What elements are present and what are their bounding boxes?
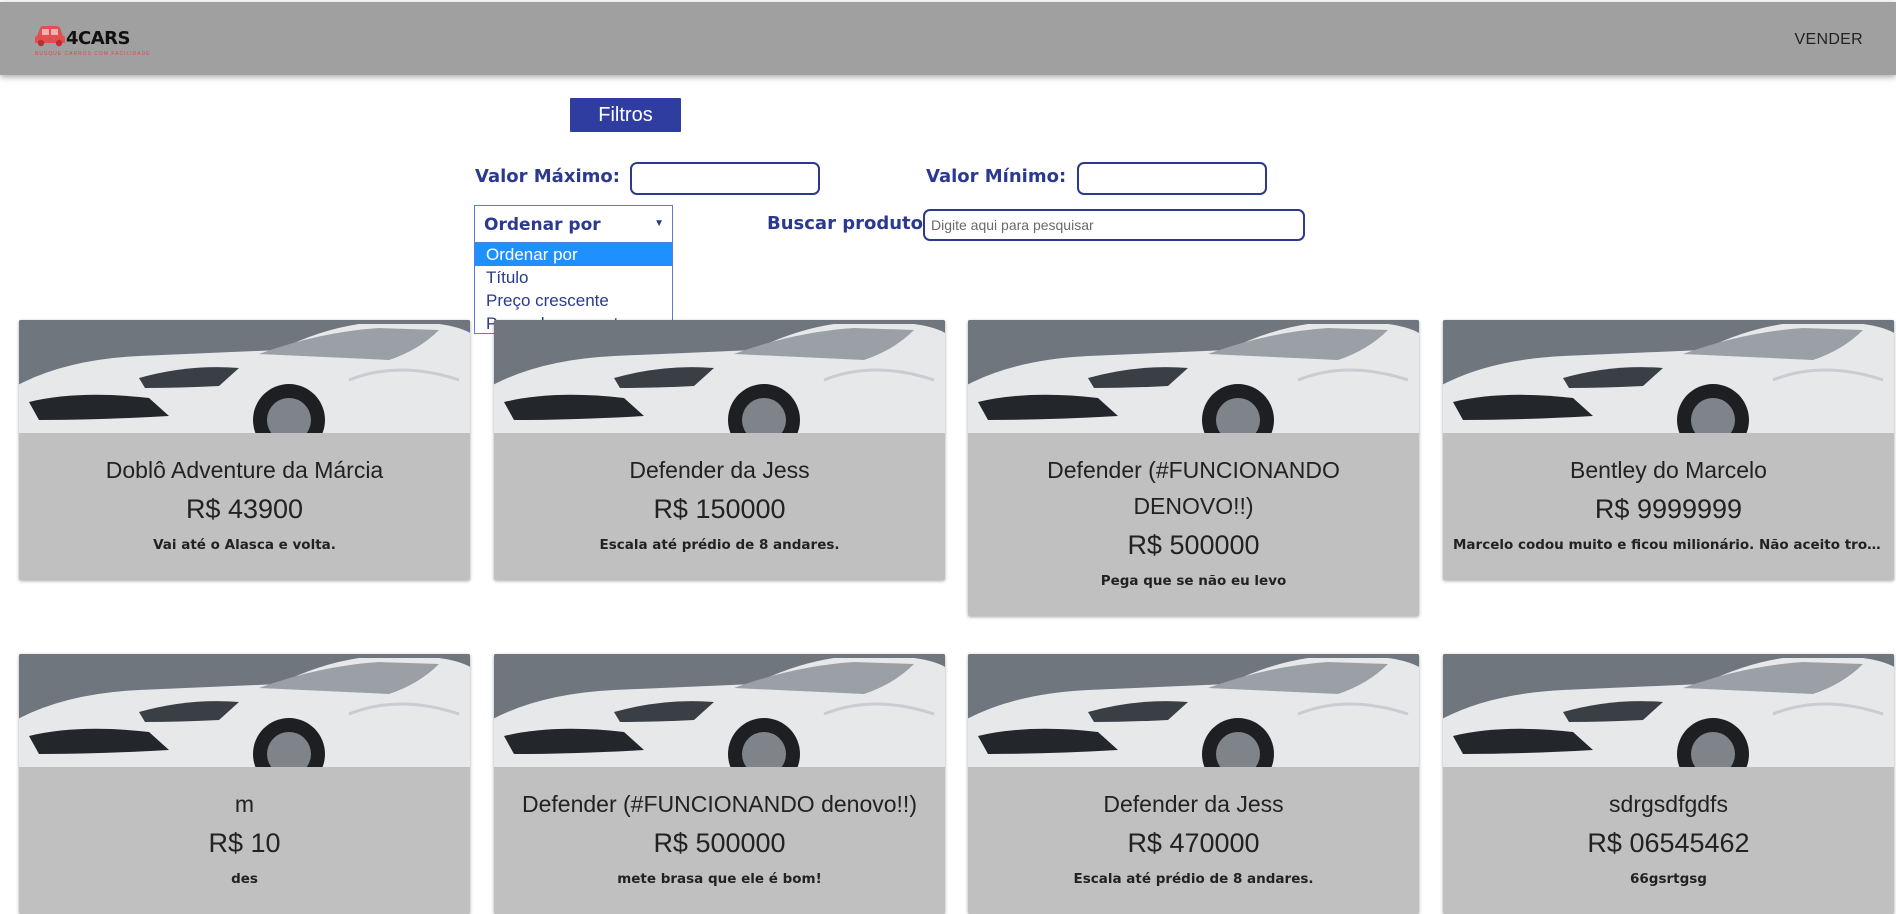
car-image [494,654,945,767]
order-select[interactable]: Ordenar por ▼ [474,205,673,243]
product-card[interactable]: Doblô Adventure da Márcia R$ 43900 Vai a… [19,320,470,580]
product-description: Escala até prédio de 8 andares. [1073,871,1314,887]
car-image [1443,320,1894,433]
product-description: mete brasa que ele é bom! [617,871,822,887]
product-title: Bentley do Marcelo [1570,457,1767,483]
product-price: R$ 500000 [653,828,786,858]
product-title: Defender da Jess [1103,791,1284,817]
car-image [19,654,470,767]
car-image [19,320,470,433]
product-description: Marcelo codou muito e ficou milionário. … [1453,537,1884,553]
product-title: Defender da Jess [629,457,810,483]
product-price: R$ 9999999 [1594,494,1743,524]
min-value-input[interactable] [1077,162,1267,195]
product-price: R$ 470000 [1127,828,1260,858]
min-value-label: Valor Mínimo: [926,166,1067,187]
order-option-price-asc[interactable]: Preço crescente [475,289,672,312]
product-card[interactable]: Defender da Jess R$ 470000 Escala até pr… [968,654,1419,914]
order-select-value: Ordenar por [484,215,601,235]
product-card[interactable]: m R$ 10 des [19,654,470,914]
product-description: 66gsrtgsg [1630,871,1707,887]
product-title: Defender (#FUNCIONANDO denovo!!) [522,791,917,817]
product-description: Vai até o Alasca e volta. [153,537,336,553]
product-price: R$ 43900 [185,494,304,524]
product-card[interactable]: sdrgsdfgdfs R$ 06545462 66gsrtgsg [1443,654,1894,914]
product-description: Pega que se não eu levo [1100,573,1287,589]
product-title: Doblô Adventure da Márcia [105,457,384,483]
product-card[interactable]: Defender (#FUNCIONANDO denovo!!) R$ 5000… [494,654,945,914]
brand-logo[interactable]: 4CARS BUSQUE CARROS COM FACILIDADE [33,22,150,60]
filters-button[interactable]: Filtros [570,98,681,132]
search-label: Buscar produto: [767,213,931,234]
car-image [968,320,1419,433]
max-value-input[interactable] [630,162,820,195]
product-card[interactable]: Defender da Jess R$ 150000 Escala até pr… [494,320,945,580]
product-card[interactable]: Bentley do Marcelo R$ 9999999 Marcelo co… [1443,320,1894,580]
order-option-title[interactable]: Título [475,266,672,289]
car-image [968,654,1419,767]
product-card[interactable]: Defender (#FUNCIONANDO DENOVO!!) R$ 5000… [968,320,1419,616]
chevron-down-icon: ▼ [654,218,664,229]
top-navbar: 4CARS BUSQUE CARROS COM FACILIDADE VENDE… [0,2,1896,75]
car-image [1443,654,1894,767]
product-price: R$ 500000 [1127,530,1260,560]
product-description: Escala até prédio de 8 andares. [599,537,840,553]
order-option-default[interactable]: Ordenar por [475,243,672,266]
logo-text: 4CARS [66,28,131,49]
product-title: sdrgsdfgdfs [1609,791,1728,817]
product-description: des [231,871,258,887]
logo-tagline: BUSQUE CARROS COM FACILIDADE [35,51,151,57]
sell-link[interactable]: VENDER [1795,31,1863,49]
product-price: R$ 150000 [653,494,786,524]
product-title: m [234,791,255,817]
product-price: R$ 10 [208,828,281,858]
car-icon [35,26,65,47]
product-title: Defender (#FUNCIONANDO DENOVO!!) [1047,457,1340,519]
search-input[interactable] [923,209,1305,241]
max-value-label: Valor Máximo: [475,166,620,187]
car-image [494,320,945,433]
product-price: R$ 06545462 [1587,828,1750,858]
